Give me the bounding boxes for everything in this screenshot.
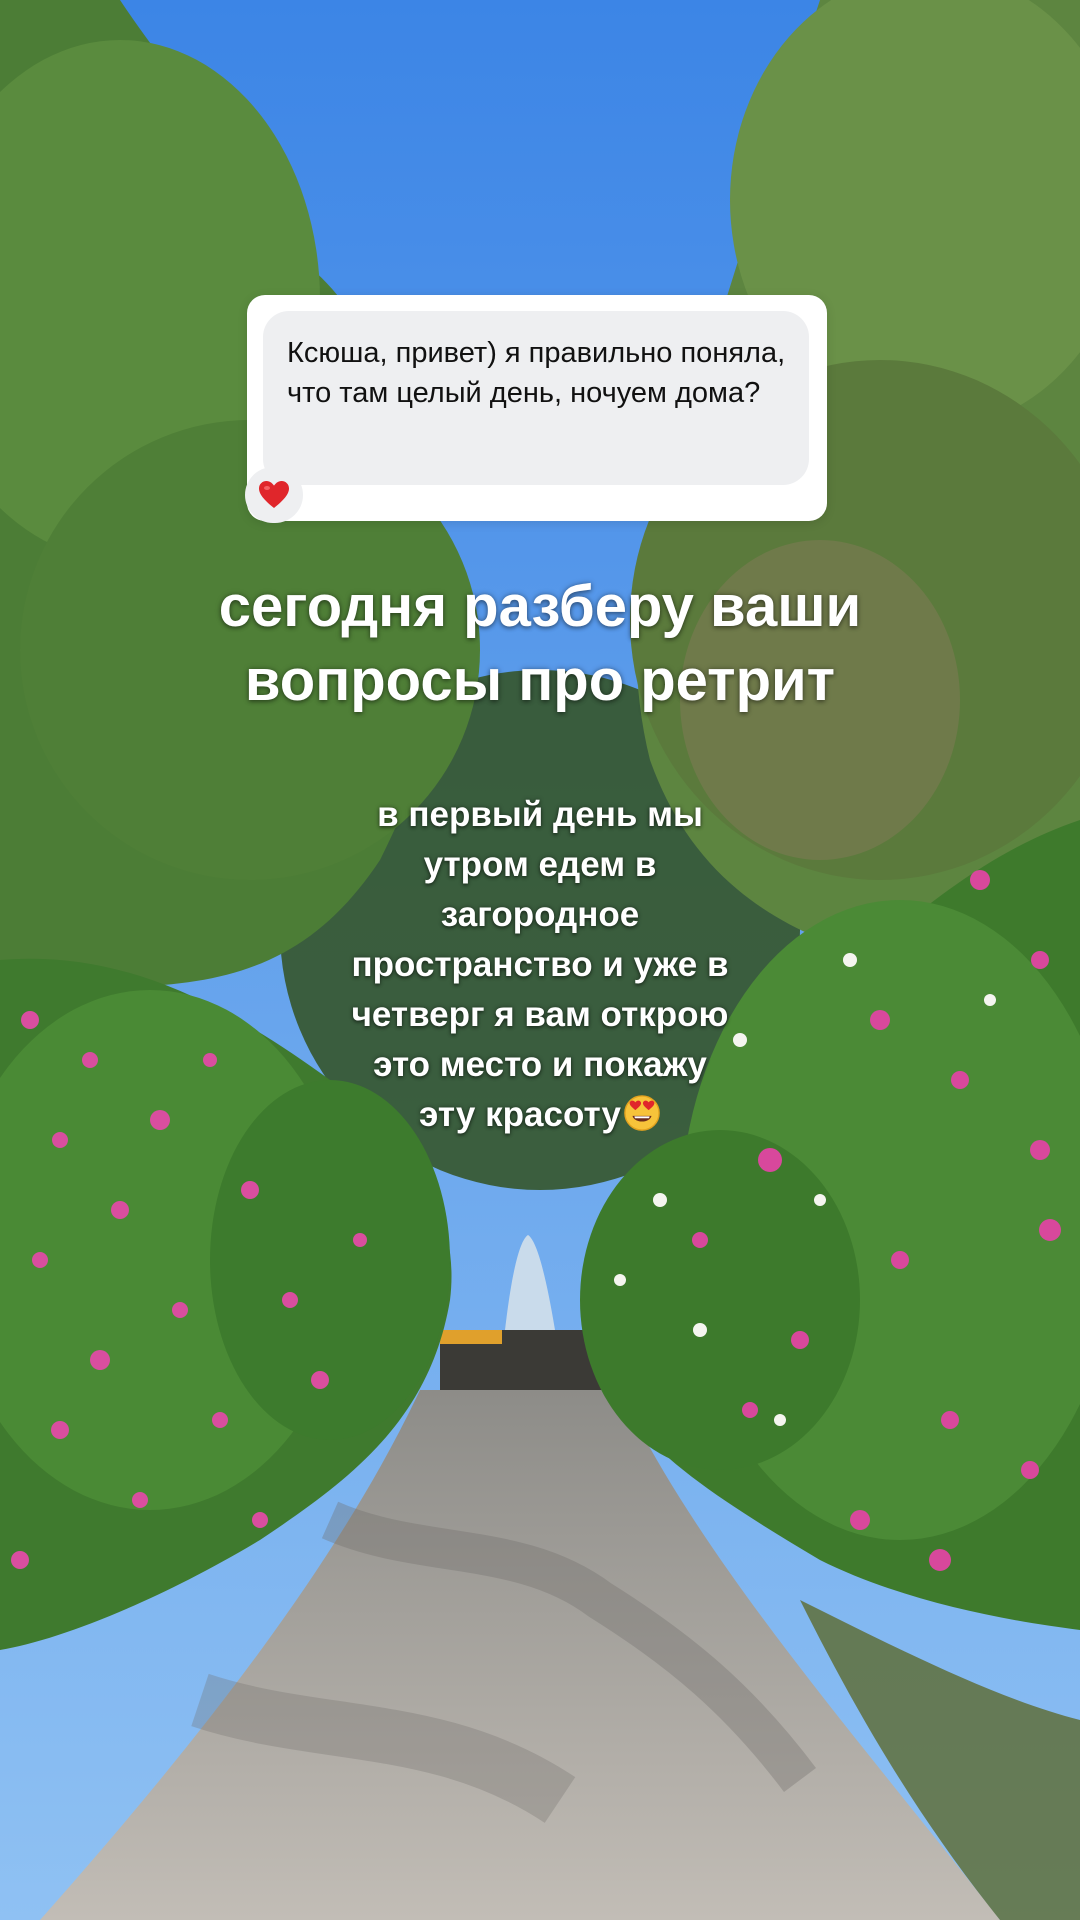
heart-icon (259, 481, 289, 508)
answer-text: в первый день мы утром едем в загородное… (290, 790, 790, 1140)
question-card: Ксюша, привет) я правильно поняла, что т… (245, 295, 827, 523)
heart-eyes-emoji-icon (624, 1095, 660, 1131)
story-frame: Ксюша, привет) я правильно поняла, что т… (0, 0, 1080, 1920)
answer-line-3: загородное (440, 895, 640, 934)
answer-line-1: в первый день мы (377, 795, 703, 834)
headline-line-2: вопросы про ретрит (244, 648, 836, 713)
answer-line-2: утром едем в (423, 845, 657, 884)
headline: сегодня разберу ваши вопросы про ретрит (90, 570, 990, 718)
answer-line-5: четверг я вам открою (351, 995, 729, 1034)
answer-line-4: пространство и уже в (351, 945, 729, 984)
answer-line-7: эту красоту (419, 1095, 621, 1134)
headline-line-1: сегодня разберу ваши (218, 574, 862, 639)
answer-line-6: это место и покажу (373, 1045, 707, 1084)
question-text: Ксюша, привет) я правильно поняла, что т… (287, 337, 786, 409)
question-bubble: Ксюша, привет) я правильно поняла, что т… (263, 311, 809, 485)
answer-line-7-wrap: эту красоту (290, 1090, 790, 1140)
reaction-badge (245, 467, 303, 523)
